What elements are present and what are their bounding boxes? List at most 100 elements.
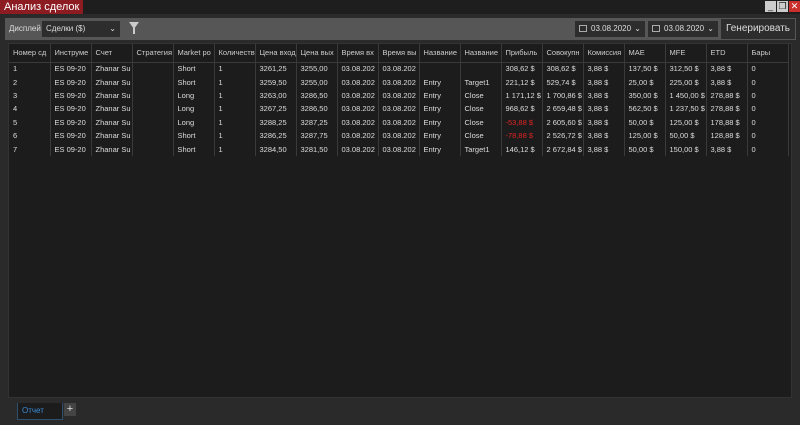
column-header[interactable]: Комиссия — [583, 44, 625, 63]
table-cell: 150,00 $ — [665, 142, 707, 156]
calendar-icon — [652, 25, 660, 32]
chevron-down-icon: ⌄ — [109, 24, 116, 33]
table-cell: 3287,75 — [296, 128, 338, 143]
table-cell: Entry — [419, 142, 461, 156]
table-cell: 3259,50 — [255, 75, 297, 89]
table-cell: 03.08.202 — [378, 62, 420, 76]
table-cell: 0 — [747, 102, 789, 116]
table-cell: Entry — [419, 115, 461, 129]
minimize-icon[interactable]: _ — [765, 1, 776, 12]
table-cell — [419, 62, 461, 76]
table-cell: 3267,25 — [255, 102, 297, 116]
table-cell: 5 — [9, 115, 51, 129]
column-header[interactable]: Бары — [747, 44, 789, 63]
table-cell: 3263,00 — [255, 88, 297, 103]
restore-icon[interactable]: ❐ — [777, 1, 788, 12]
table-cell: Target1 — [460, 75, 502, 89]
table-row[interactable]: 1 ES 09-20 Zhanar Su Short 1 3261,25 3255,00 03… — [9, 62, 789, 76]
table-row[interactable]: 3 ES 09-20 Zhanar Su Long 1 3263,00 3286,50 03.… — [9, 88, 789, 103]
table-cell: 0 — [747, 88, 789, 103]
table-cell: ES 09-20 — [50, 102, 92, 116]
table-cell: Short — [173, 128, 215, 143]
table-cell: Entry — [419, 75, 461, 89]
display-select[interactable]: Сделки ($) ⌄ — [42, 21, 120, 37]
table-cell: 3255,00 — [296, 75, 338, 89]
calendar-icon — [579, 25, 587, 32]
table-cell: 03.08.202 — [337, 88, 379, 103]
table-cell: 221,12 $ — [501, 75, 543, 89]
column-header[interactable]: Название — [419, 44, 461, 63]
add-tab-button[interactable]: + — [64, 403, 76, 416]
table-cell: 1 — [214, 142, 256, 156]
table-cell: 1 — [214, 128, 256, 143]
table-cell: 25,00 $ — [624, 75, 666, 89]
close-icon[interactable]: ✕ — [789, 1, 800, 12]
generate-button[interactable]: Генерировать — [721, 19, 795, 39]
column-header[interactable]: Цена вход — [255, 44, 297, 63]
table-row[interactable]: 5 ES 09-20 Zhanar Su Long 1 3288,25 3287,25 03.… — [9, 115, 789, 129]
table-cell: 50,00 $ — [624, 115, 666, 129]
table-cell: 529,74 $ — [542, 75, 584, 89]
table-cell: Zhanar Su — [91, 62, 133, 76]
column-header[interactable]: MAE — [624, 44, 666, 63]
table-cell — [132, 62, 174, 76]
column-header[interactable]: Market po — [173, 44, 215, 63]
table-cell: Zhanar Su — [91, 88, 133, 103]
column-header[interactable]: Время вы — [378, 44, 420, 63]
table-cell: Close — [460, 128, 502, 143]
title-bar: Анализ сделок _ ❐ ✕ — [0, 0, 800, 14]
date-from: 03.08.2020 — [591, 24, 632, 33]
column-header[interactable]: Номер сд — [9, 44, 51, 63]
table-cell: 0 — [747, 142, 789, 156]
table-cell: 1 237,50 $ — [665, 102, 707, 116]
column-header[interactable]: Цена вых — [296, 44, 338, 63]
table-row[interactable]: 7 ES 09-20 Zhanar Su Short 1 3284,50 3281,50 03… — [9, 142, 789, 156]
table-cell: Zhanar Su — [91, 115, 133, 129]
table-cell: Long — [173, 88, 215, 103]
table-cell: ES 09-20 — [50, 75, 92, 89]
column-header[interactable]: Прибыль — [501, 44, 543, 63]
table-cell: 3,88 $ — [583, 142, 625, 156]
column-header[interactable]: Время вх — [337, 44, 379, 63]
column-header[interactable]: Количеств — [214, 44, 256, 63]
column-header[interactable]: Счет — [91, 44, 133, 63]
table-cell: 3,88 $ — [706, 62, 748, 76]
column-header[interactable]: Название — [460, 44, 502, 63]
table-cell: 562,50 $ — [624, 102, 666, 116]
table-cell: 1 — [214, 75, 256, 89]
column-header[interactable]: Стратегия — [132, 44, 174, 63]
toolbar: Дисплей Сделки ($) ⌄ 03.08.2020 ⌄ 03.08.20… — [5, 18, 796, 40]
table-cell: 1 — [9, 62, 51, 76]
table-cell: Zhanar Su — [91, 102, 133, 116]
column-header[interactable]: MFE — [665, 44, 707, 63]
table-cell: 1 — [214, 88, 256, 103]
tab-report[interactable]: Отчет — [17, 403, 63, 420]
table-cell: 4 — [9, 102, 51, 116]
table-cell: Long — [173, 102, 215, 116]
column-header[interactable]: Инструме — [50, 44, 92, 63]
table-cell: 03.08.202 — [337, 102, 379, 116]
table-cell: Zhanar Su — [91, 142, 133, 156]
table-row[interactable]: 4 ES 09-20 Zhanar Su Long 1 3267,25 3286,50 03.… — [9, 102, 789, 116]
table-cell: Close — [460, 102, 502, 116]
table-row[interactable]: 2 ES 09-20 Zhanar Su Short 1 3259,50 3255,00 03… — [9, 75, 789, 89]
table-cell: -53,88 $ — [501, 115, 543, 129]
table-cell: Entry — [419, 88, 461, 103]
table-cell: 50,00 $ — [624, 142, 666, 156]
table-cell: 3287,25 — [296, 115, 338, 129]
date-from-picker[interactable]: 03.08.2020 ⌄ — [575, 21, 645, 37]
table-row[interactable]: 6 ES 09-20 Zhanar Su Short 1 3286,25 3287,75 03… — [9, 128, 789, 143]
table-cell: 3284,50 — [255, 142, 297, 156]
filter-icon[interactable] — [129, 22, 139, 34]
table-cell: Close — [460, 88, 502, 103]
table-cell: 128,88 $ — [706, 128, 748, 143]
table-cell: 1 450,00 $ — [665, 88, 707, 103]
date-to-picker[interactable]: 03.08.2020 ⌄ — [648, 21, 718, 37]
table-cell: 03.08.202 — [337, 142, 379, 156]
table-cell: 3255,00 — [296, 62, 338, 76]
column-header[interactable]: ETD — [706, 44, 748, 63]
table-cell: 03.08.202 — [378, 102, 420, 116]
table-cell: Short — [173, 142, 215, 156]
table-cell: 2 672,84 $ — [542, 142, 584, 156]
column-header[interactable]: Совокупн — [542, 44, 584, 63]
